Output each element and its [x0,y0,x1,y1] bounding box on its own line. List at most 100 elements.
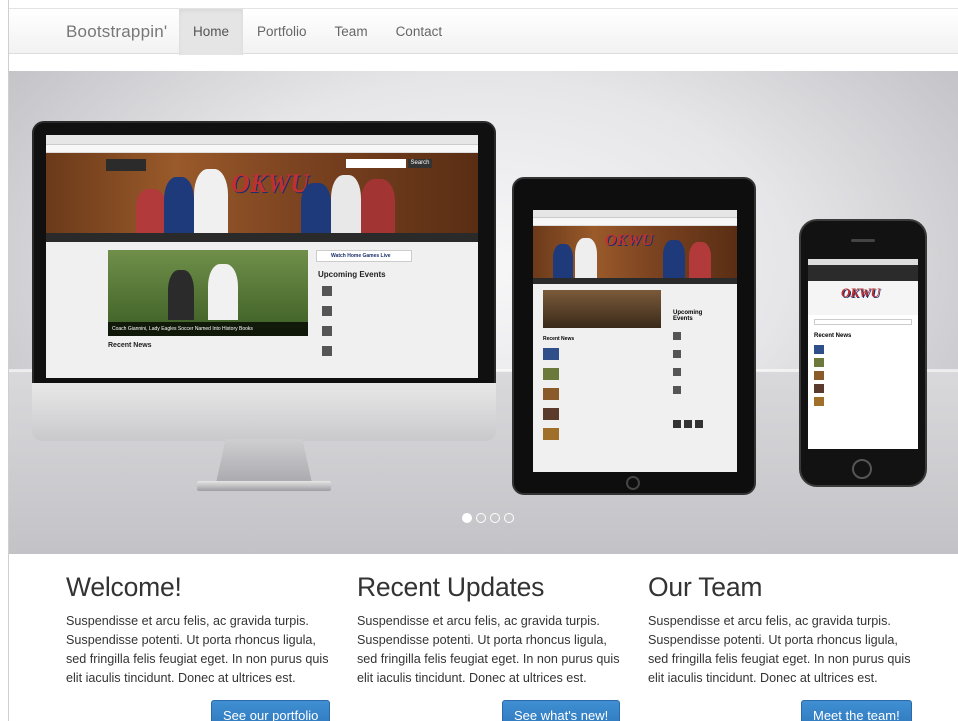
featured-photo: Coach Giannini, Lady Eagles Soccer Named… [108,250,308,336]
tablet-recent-news: Recent News [543,336,575,342]
nav-item-home[interactable]: Home [179,9,244,55]
instagram-icon [695,420,703,428]
phone-screen: OKWU Recent News [808,259,918,449]
recent-news-heading: Recent News [108,342,152,349]
news-thumbnail [814,397,824,406]
column-heading: Recent Updates [357,572,545,602]
upcoming-events-heading: Upcoming Events [318,270,386,279]
tablet-screen: OKWU Recent News Upcoming Events [533,210,737,472]
tablet-home-button [626,476,640,490]
news-thumbnail [814,384,824,393]
see-portfolio-button[interactable]: See our portfolio [211,700,331,721]
athlete-figure [663,240,685,278]
column-heading: Our Team [648,572,763,602]
news-thumbnail [814,345,824,354]
column-text: Suspendisse et arcu felis, ac gravida tu… [357,614,620,685]
news-thumbnail [543,348,559,360]
athlete-figure [361,179,395,233]
facebook-icon [673,420,681,428]
column-text: Suspendisse et arcu felis, ac gravida tu… [66,614,329,685]
phone-site-header: OKWU [808,281,918,315]
tablet-site-header: OKWU [533,226,737,278]
athlete-figure [208,264,238,320]
navbar-brand[interactable]: Bootstrappin' [66,9,167,55]
tablet-status-bar [533,210,737,218]
phone-home-button [852,459,872,479]
nav-item-contact[interactable]: Contact [382,9,457,55]
desktop-mockup-image: Search OKWU Coach Giannini, Lady Eagles … [32,121,496,501]
calendar-icon [673,368,681,376]
nav-item-team[interactable]: Team [321,9,382,55]
news-thumbnail [543,408,559,420]
nav-item-portfolio[interactable]: Portfolio [243,9,321,55]
mini-site-crest [106,159,146,171]
button-wrapper: Meet the team! [648,688,918,721]
carousel-indicators [462,513,514,523]
desktop-chin [32,383,496,441]
news-thumbnail [814,358,824,367]
calendar-icon [322,286,332,296]
mini-site-nav [46,233,478,242]
desktop-stand [216,439,312,483]
navbar-nav: Home Portfolio Team Contact [179,9,456,55]
navbar: Bootstrappin' Home Portfolio Team Contac… [9,8,958,55]
calendar-icon [322,346,332,356]
mini-site-header: Search OKWU [46,153,478,233]
desktop-stand-base [197,481,331,491]
athlete-figure [194,169,228,233]
carousel-indicator-3[interactable] [490,513,500,523]
mini-search-input [346,159,406,168]
watch-games-link: Watch Home Games Live [316,250,412,262]
calendar-icon [322,306,332,316]
tablet-mockup-image: OKWU Recent News Upcoming Events [512,177,756,495]
athlete-figure [168,270,194,320]
column-heading: Welcome! [66,572,182,602]
news-thumbnail [543,368,559,380]
phone-recent-news: Recent News [814,333,852,339]
athlete-figure [331,175,361,233]
phone-site-logo: OKWU [841,285,881,300]
athlete-figure [689,242,711,278]
athlete-figure [553,244,573,278]
calendar-icon [673,350,681,358]
phone-mockup-image: OKWU Recent News [799,219,927,487]
column-our-team: Our Team Suspendisse et arcu felis, ac g… [648,570,918,721]
phone-speaker [851,239,875,242]
tablet-addressbar [533,218,737,226]
phone-search-input [814,319,912,325]
news-thumbnail [543,428,559,440]
tablet-site-body: Recent News Upcoming Events [533,284,737,472]
browser-toolbar [46,135,478,145]
mini-search-button: Search [408,159,432,168]
button-wrapper: See what's new! [357,688,627,721]
column-welcome: Welcome! Suspendisse et arcu felis, ac g… [66,570,336,721]
news-thumbnail [814,371,824,380]
meet-team-button[interactable]: Meet the team! [801,700,912,721]
calendar-icon [673,332,681,340]
see-whats-new-button[interactable]: See what's new! [502,700,621,721]
browser-addressbar [46,145,478,153]
hero-carousel[interactable]: Search OKWU Coach Giannini, Lady Eagles … [9,71,958,554]
athlete-figure [301,183,331,233]
carousel-indicator-2[interactable] [476,513,486,523]
column-recent-updates: Recent Updates Suspendisse et arcu felis… [357,570,627,721]
mini-site-body: Coach Giannini, Lady Eagles Soccer Named… [46,242,478,378]
athlete-figure [575,238,597,278]
athlete-figure [164,177,194,233]
calendar-icon [322,326,332,336]
tablet-featured-photo [543,290,661,328]
carousel-indicator-1[interactable] [462,513,472,523]
athlete-figure [136,189,166,233]
phone-site-topbar [808,265,918,281]
button-wrapper: See our portfolio [66,688,336,721]
tablet-upcoming-events: Upcoming Events [673,310,703,322]
carousel-indicator-4[interactable] [504,513,514,523]
page-frame: Bootstrappin' Home Portfolio Team Contac… [8,0,958,721]
news-thumbnail [543,388,559,400]
featured-caption: Coach Giannini, Lady Eagles Soccer Named… [108,322,308,336]
calendar-icon [673,386,681,394]
column-text: Suspendisse et arcu felis, ac gravida tu… [648,614,911,685]
tablet-site-logo: OKWU [605,232,654,249]
mini-site-logo: OKWU [231,169,310,198]
twitter-icon [684,420,692,428]
